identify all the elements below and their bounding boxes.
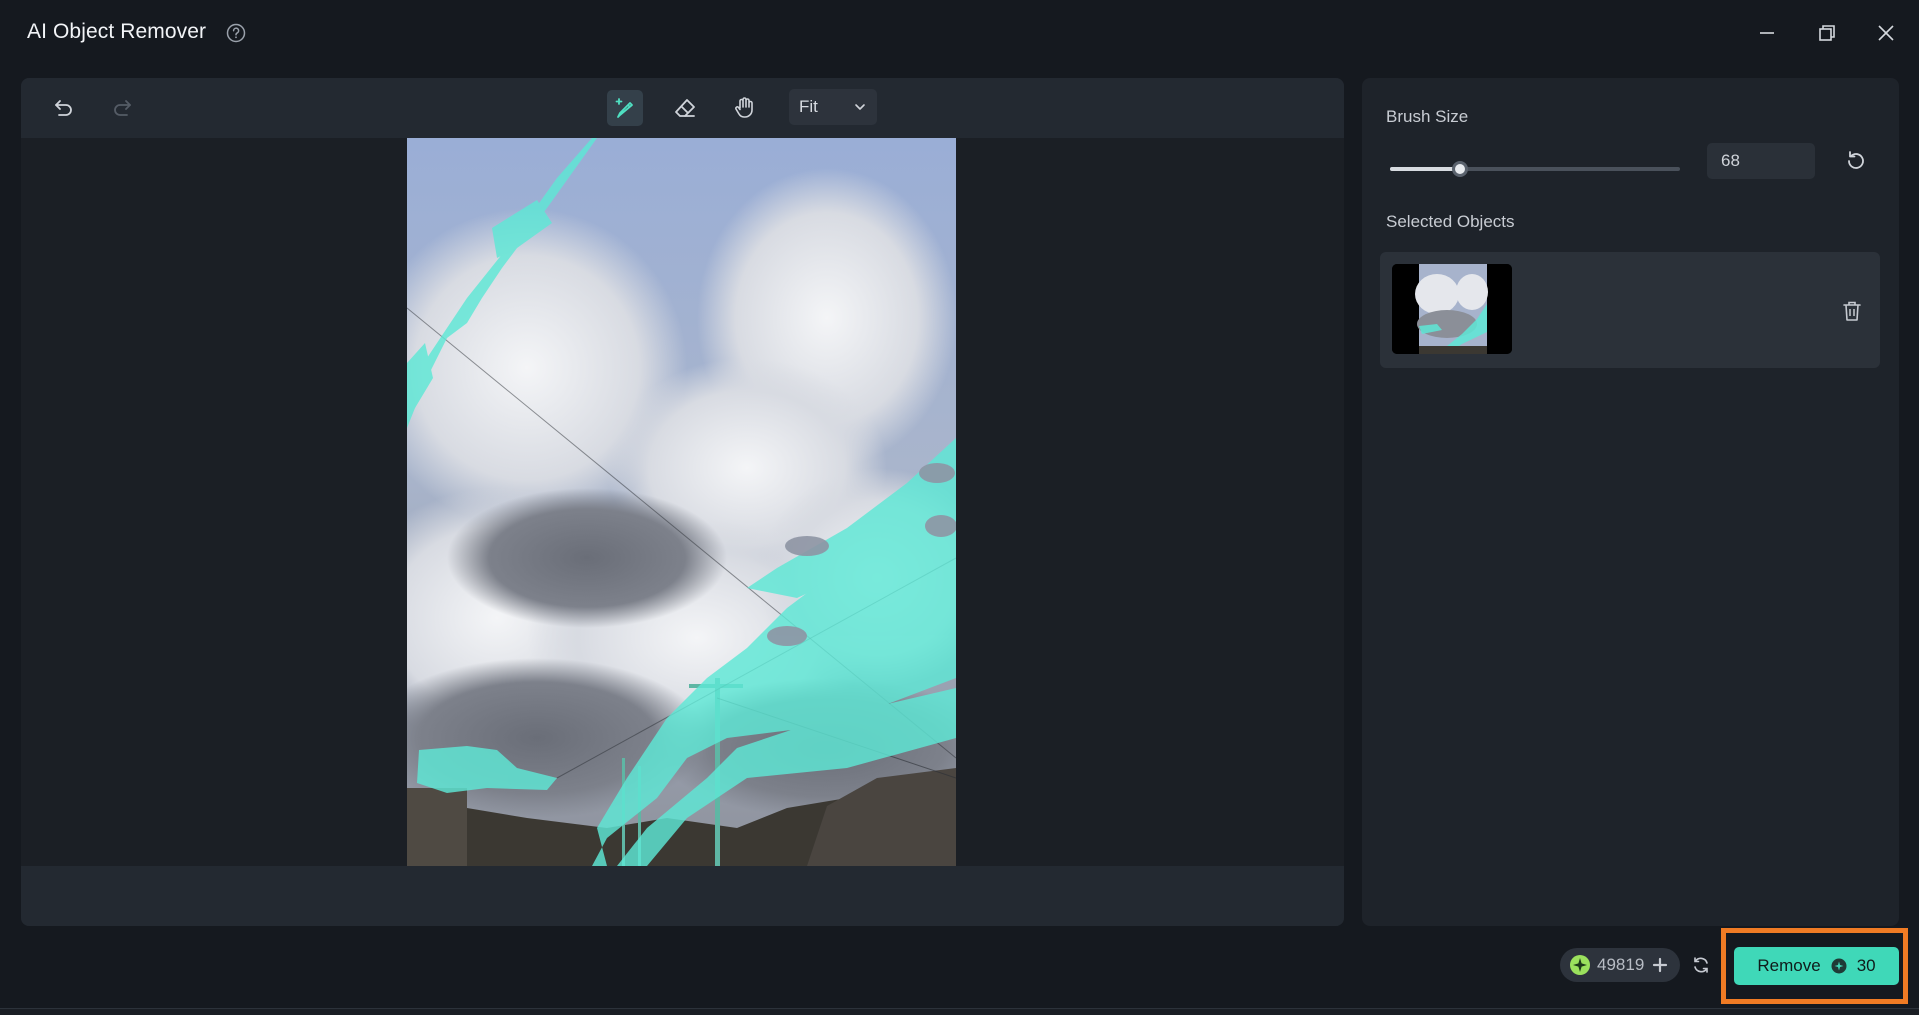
minimize-button[interactable] [1752, 18, 1782, 48]
remove-cost-value: 30 [1856, 956, 1876, 975]
close-button[interactable] [1871, 18, 1901, 48]
remove-button-label: Remove [1757, 956, 1821, 975]
editor-panel: Fit [21, 78, 1344, 926]
undo-icon [55, 100, 72, 116]
sky-photo-image [407, 138, 956, 866]
editor-footer [21, 866, 1344, 926]
zoom-select-value: Fit [799, 97, 818, 116]
bottom-edge [0, 1008, 1919, 1015]
undo-button[interactable] [45, 90, 81, 126]
redo-icon [114, 100, 131, 116]
minimize-icon [1760, 32, 1774, 34]
chevron-down-icon [855, 104, 865, 110]
help-circle-icon[interactable] [225, 22, 247, 44]
slider-fill [1390, 167, 1460, 171]
eraser-button[interactable] [667, 90, 703, 126]
brush-size-label: Brush Size [1386, 107, 1469, 126]
restore-icon [1819, 25, 1835, 41]
delete-object-button[interactable] [1837, 296, 1867, 326]
app-window: AI Object Remover Fit Brush Size 68 Sele… [0, 0, 1919, 1015]
image-canvas[interactable] [21, 138, 1344, 866]
restore-button[interactable] [1812, 18, 1842, 48]
brush-size-input[interactable] [1707, 143, 1815, 179]
reset-icon [1848, 151, 1864, 169]
credits-badge: 49819 [1560, 948, 1680, 982]
smart-brush-button[interactable] [607, 90, 643, 126]
slider-thumb[interactable] [1451, 161, 1468, 177]
trash-icon [1843, 301, 1861, 321]
refresh-icon [1694, 957, 1708, 973]
eraser-icon [675, 99, 695, 117]
hand-icon [735, 97, 753, 118]
selected-object-item[interactable] [1380, 252, 1880, 368]
settings-panel: Brush Size Selected Objects [1362, 78, 1899, 926]
credit-cost-icon [1831, 958, 1847, 974]
refresh-credits-button[interactable] [1689, 953, 1713, 977]
remove-button[interactable]: Remove 30 [1734, 947, 1899, 985]
add-credits-icon[interactable] [1652, 957, 1668, 973]
reset-brush-button[interactable] [1840, 145, 1872, 177]
title-bar: AI Object Remover [0, 0, 1919, 66]
redo-button[interactable] [105, 90, 141, 126]
brush-size-slider[interactable] [1390, 156, 1680, 182]
credits-coin-icon [1570, 955, 1590, 975]
photo-preview[interactable] [407, 138, 956, 866]
credits-count: 49819 [1597, 955, 1645, 974]
hand-button[interactable] [727, 90, 763, 126]
zoom-select[interactable]: Fit [789, 89, 877, 125]
selected-objects-label: Selected Objects [1386, 212, 1515, 231]
editor-toolbar: Fit [21, 78, 1344, 138]
window-title: AI Object Remover [27, 20, 207, 43]
close-icon [1878, 25, 1894, 41]
smart-brush-icon [615, 98, 633, 118]
selected-object-thumbnail [1392, 264, 1512, 354]
